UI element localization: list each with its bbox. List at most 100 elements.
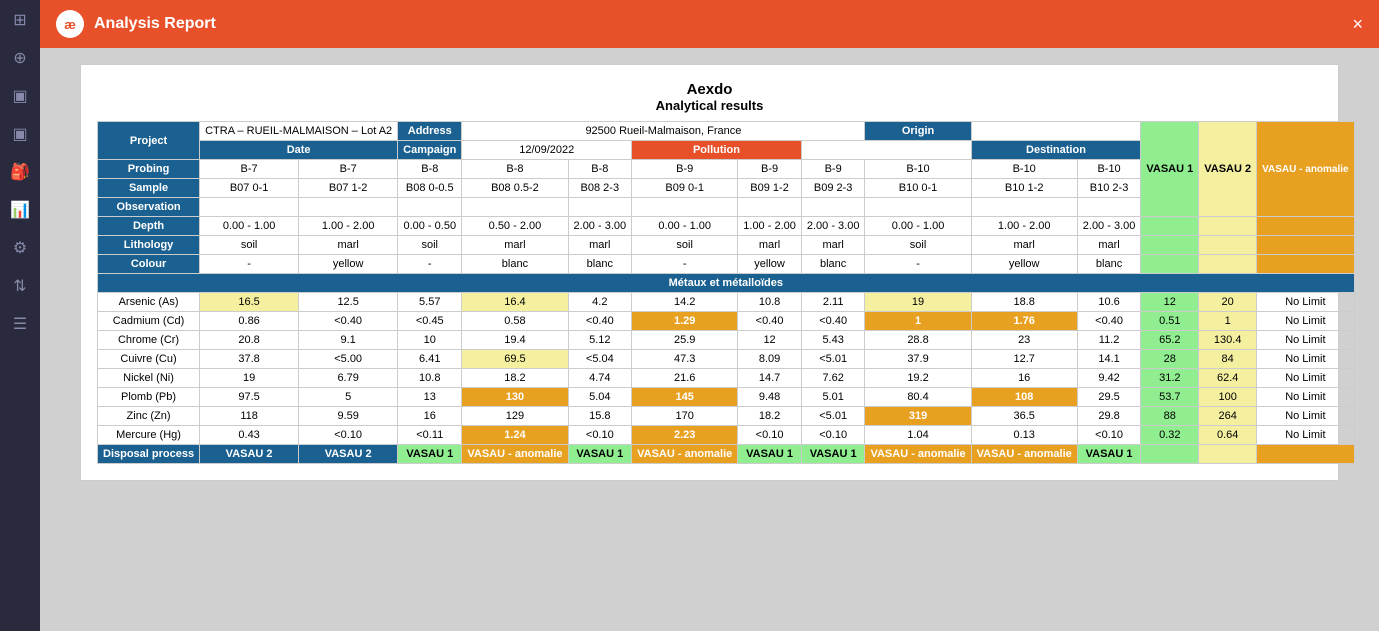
cuivre-3: 6.41 bbox=[398, 350, 462, 369]
disposal-1: VASAU 2 bbox=[200, 445, 299, 464]
arsenic-4: 16.4 bbox=[462, 293, 568, 312]
colour-8: blanc bbox=[801, 255, 865, 274]
colour-4: blanc bbox=[462, 255, 568, 274]
probing-b8-2: B-8 bbox=[462, 160, 568, 179]
sidebar-icon-grid[interactable]: ⊞ bbox=[13, 10, 26, 30]
obs-6 bbox=[632, 198, 738, 217]
obs-7 bbox=[738, 198, 802, 217]
chrome-label: Chrome (Cr) bbox=[98, 331, 200, 350]
depth-2: 1.00 - 2.00 bbox=[299, 217, 398, 236]
depth-4: 0.50 - 2.00 bbox=[462, 217, 568, 236]
vasau2-litho bbox=[1199, 236, 1257, 255]
sample-8: B09 2-3 bbox=[801, 179, 865, 198]
zinc-8: <5.01 bbox=[801, 407, 865, 426]
sidebar-icon-settings[interactable]: ⚙ bbox=[13, 238, 27, 258]
zinc-1: 118 bbox=[200, 407, 299, 426]
disposal-6: VASAU - anomalie bbox=[632, 445, 738, 464]
campaign-label: Campaign bbox=[398, 141, 462, 160]
nickel-8: 7.62 bbox=[801, 369, 865, 388]
arsenic-9: 19 bbox=[865, 293, 971, 312]
arsenic-3: 5.57 bbox=[398, 293, 462, 312]
sample-5: B08 2-3 bbox=[568, 179, 632, 198]
metals-section-header: Métaux et métalloïdes bbox=[98, 274, 1355, 293]
cadmium-2: <0.40 bbox=[299, 312, 398, 331]
depth-9: 0.00 - 1.00 bbox=[865, 217, 971, 236]
probing-b8-3: B-8 bbox=[568, 160, 632, 179]
sidebar-icon-arrows[interactable]: ⇅ bbox=[13, 276, 26, 296]
obs-2 bbox=[299, 198, 398, 217]
depth-6: 0.00 - 1.00 bbox=[632, 217, 738, 236]
vasau-anomalie-header: VASAU - anomalie bbox=[1257, 122, 1355, 217]
sample-3: B08 0-0.5 bbox=[398, 179, 462, 198]
mercure-row: Mercure (Hg) 0.43 <0.10 <0.11 1.24 <0.10… bbox=[98, 426, 1355, 445]
nickel-9: 19.2 bbox=[865, 369, 971, 388]
obs-9 bbox=[865, 198, 971, 217]
colour-3: - bbox=[398, 255, 462, 274]
colour-9: - bbox=[865, 255, 971, 274]
observation-label: Observation bbox=[98, 198, 200, 217]
app-logo: æ bbox=[56, 10, 84, 38]
probing-b9-1: B-9 bbox=[632, 160, 738, 179]
disposal-8: VASAU 1 bbox=[801, 445, 865, 464]
arsenic-7: 10.8 bbox=[738, 293, 802, 312]
arsenic-label: Arsenic (As) bbox=[98, 293, 200, 312]
litho-10: marl bbox=[971, 236, 1077, 255]
vasau2-header: VASAU 2 bbox=[1199, 122, 1257, 217]
chrome-row: Chrome (Cr) 20.8 9.1 10 19.4 5.12 25.9 1… bbox=[98, 331, 1355, 350]
cuivre-8: <5.01 bbox=[801, 350, 865, 369]
mercure-3: <0.11 bbox=[398, 426, 462, 445]
depth-11: 2.00 - 3.00 bbox=[1077, 217, 1141, 236]
cadmium-4: 0.58 bbox=[462, 312, 568, 331]
sidebar-icon-chart[interactable]: 📊 bbox=[10, 200, 30, 220]
close-button[interactable]: × bbox=[1352, 15, 1363, 33]
disposal-7: VASAU 1 bbox=[738, 445, 802, 464]
disposal-row: Disposal process VASAU 2 VASAU 2 VASAU 1… bbox=[98, 445, 1355, 464]
cuivre-row: Cuivre (Cu) 37.8 <5.00 6.41 69.5 <5.04 4… bbox=[98, 350, 1355, 369]
cuivre-label: Cuivre (Cu) bbox=[98, 350, 200, 369]
sidebar-icon-doc[interactable]: ▣ bbox=[12, 86, 27, 106]
mercure-label: Mercure (Hg) bbox=[98, 426, 200, 445]
nickel-3: 10.8 bbox=[398, 369, 462, 388]
nickel-7: 14.7 bbox=[738, 369, 802, 388]
depth-label: Depth bbox=[98, 217, 200, 236]
litho-5: marl bbox=[568, 236, 632, 255]
vasau2-depth bbox=[1199, 217, 1257, 236]
cadmium-row: Cadmium (Cd) 0.86 <0.40 <0.45 0.58 <0.40… bbox=[98, 312, 1355, 331]
lithology-label: Lithology bbox=[98, 236, 200, 255]
cadmium-limit: No Limit bbox=[1257, 312, 1355, 331]
sidebar-icon-bag[interactable]: 🎒 bbox=[10, 162, 30, 182]
plomb-v1: 53.7 bbox=[1141, 388, 1199, 407]
probing-b10-1: B-10 bbox=[865, 160, 971, 179]
cuivre-5: <5.04 bbox=[568, 350, 632, 369]
chrome-v1: 65.2 bbox=[1141, 331, 1199, 350]
chrome-7: 12 bbox=[738, 331, 802, 350]
mercure-v1: 0.32 bbox=[1141, 426, 1199, 445]
zinc-limit: No Limit bbox=[1257, 407, 1355, 426]
vasau1-header: VASAU 1 bbox=[1141, 122, 1199, 217]
litho-4: marl bbox=[462, 236, 568, 255]
nickel-limit: No Limit bbox=[1257, 369, 1355, 388]
sidebar: ⊞ ⊕ ▣ ▣ 🎒 📊 ⚙ ⇅ ☰ bbox=[0, 0, 40, 631]
litho-11: marl bbox=[1077, 236, 1141, 255]
disposal-v2 bbox=[1199, 445, 1257, 464]
sidebar-icon-list[interactable]: ☰ bbox=[13, 314, 27, 334]
modal-title: Analysis Report bbox=[94, 15, 216, 33]
origin-label: Origin bbox=[865, 122, 971, 141]
sample-2: B07 1-2 bbox=[299, 179, 398, 198]
cuivre-v2: 84 bbox=[1199, 350, 1257, 369]
disposal-4: VASAU - anomalie bbox=[462, 445, 568, 464]
mercure-1: 0.43 bbox=[200, 426, 299, 445]
plomb-8: 5.01 bbox=[801, 388, 865, 407]
colour-2: yellow bbox=[299, 255, 398, 274]
zinc-v1: 88 bbox=[1141, 407, 1199, 426]
mercure-8: <0.10 bbox=[801, 426, 865, 445]
cadmium-1: 0.86 bbox=[200, 312, 299, 331]
sidebar-icon-circle[interactable]: ⊕ bbox=[13, 48, 26, 68]
depth-3: 0.00 - 0.50 bbox=[398, 217, 462, 236]
chrome-v2: 130.4 bbox=[1199, 331, 1257, 350]
sample-6: B09 0-1 bbox=[632, 179, 738, 198]
cadmium-v2: 1 bbox=[1199, 312, 1257, 331]
zinc-9: 319 bbox=[865, 407, 971, 426]
sidebar-icon-doc2[interactable]: ▣ bbox=[12, 124, 27, 144]
zinc-2: 9.59 bbox=[299, 407, 398, 426]
